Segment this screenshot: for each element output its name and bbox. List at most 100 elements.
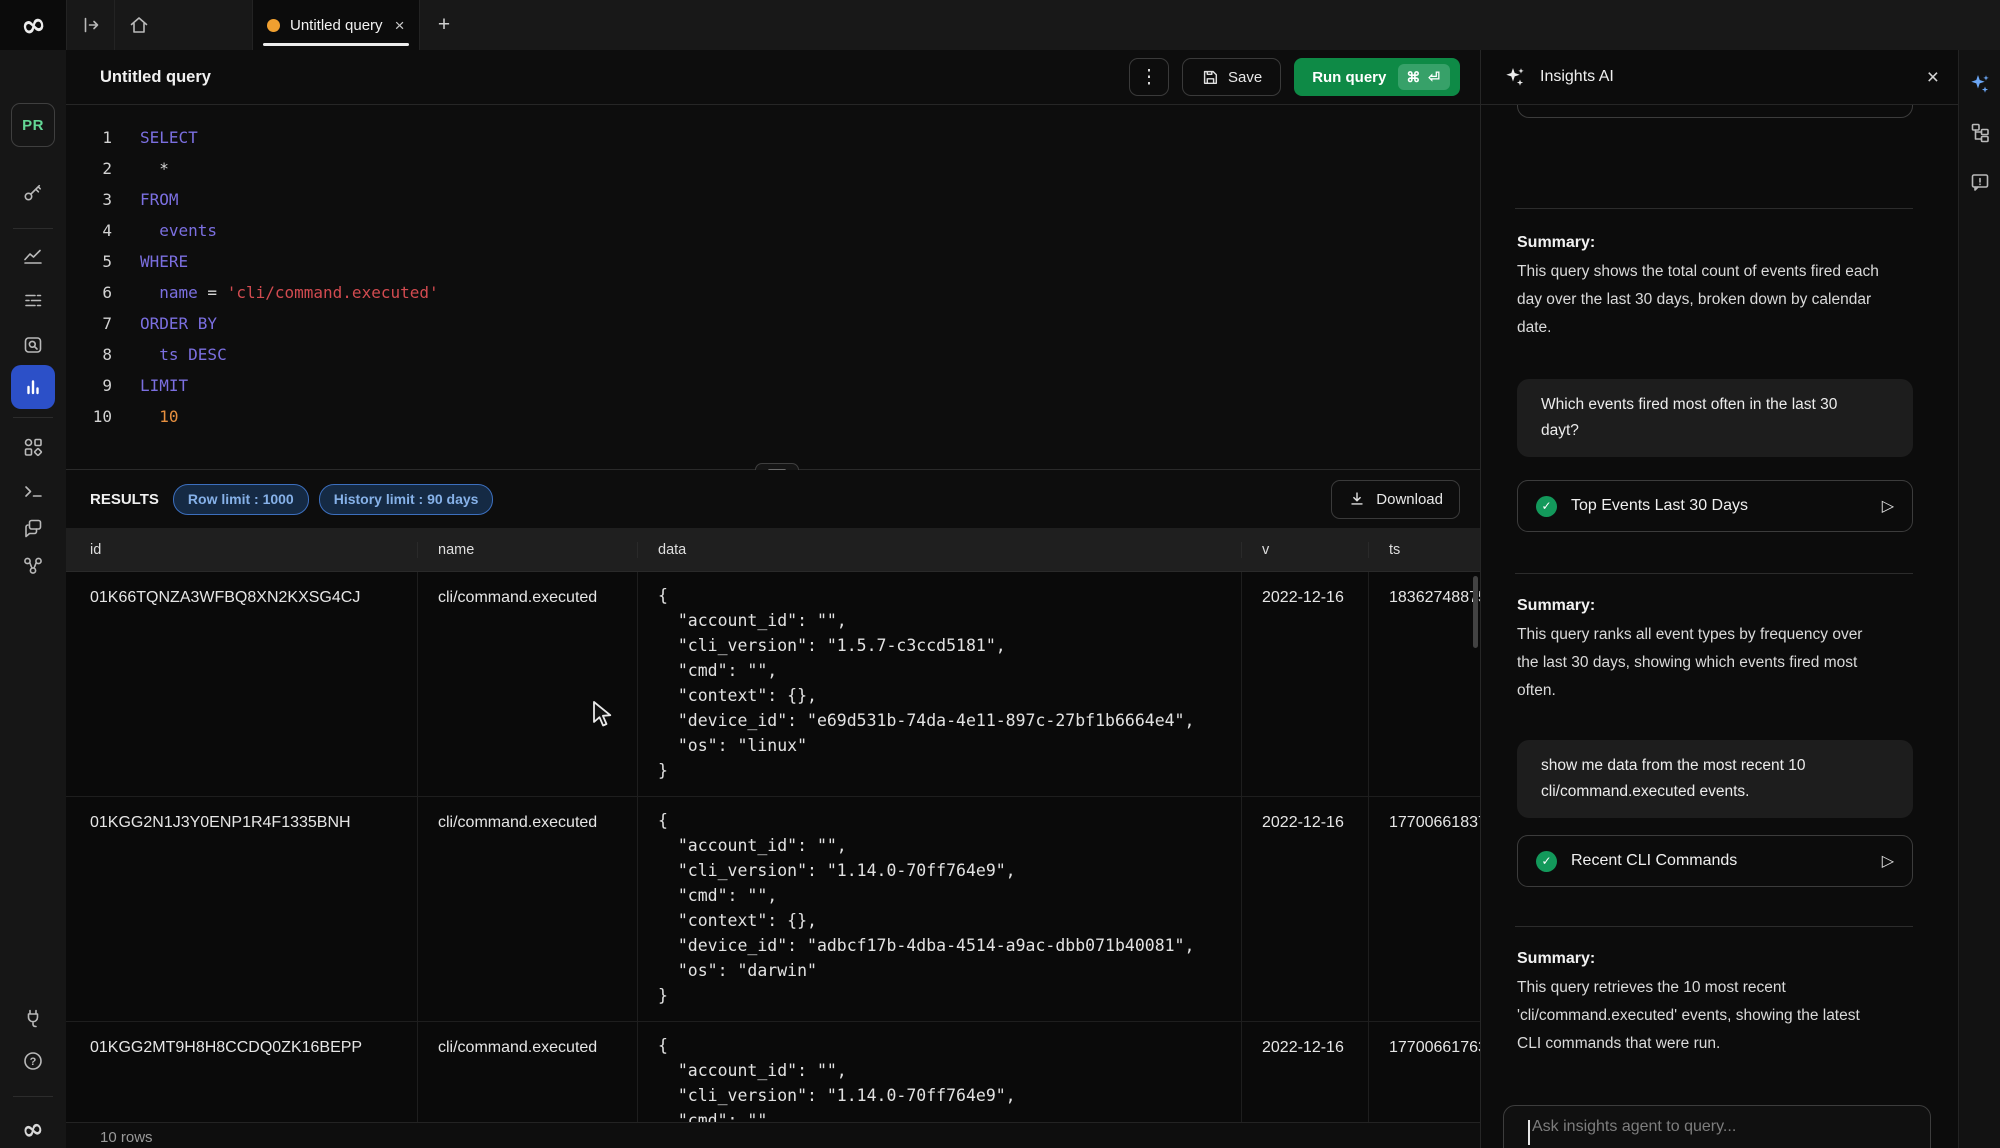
new-tab-button[interactable]: + bbox=[421, 0, 467, 50]
run-play-icon[interactable]: ▷ bbox=[1882, 496, 1894, 516]
cell-name: cli/command.executed bbox=[417, 797, 637, 1021]
table-row[interactable]: 01KGG2MT9H8H8CCDQ0ZK16BEPP cli/command.e… bbox=[66, 1022, 1480, 1122]
summary-text: This query ranks all event types by freq… bbox=[1517, 621, 1917, 705]
code-line: 5WHERE bbox=[66, 246, 1480, 277]
save-button[interactable]: Save bbox=[1182, 58, 1281, 96]
sidebar-item-apps[interactable] bbox=[0, 425, 66, 469]
mouse-cursor bbox=[592, 700, 618, 730]
check-circle-icon: ✓ bbox=[1536, 851, 1557, 872]
cell-id: 01K66TQNZA3WFBQ8XN2KXSG4CJ bbox=[66, 572, 417, 796]
user-question-bubble: Which events fired most often in the las… bbox=[1517, 379, 1913, 457]
insights-header: Insights AI × bbox=[1481, 50, 1959, 105]
table-scrollbar[interactable] bbox=[1473, 576, 1478, 648]
sidebar-item-webhooks[interactable] bbox=[0, 543, 66, 587]
insights-title: Insights AI bbox=[1540, 68, 1614, 86]
svg-text:?: ? bbox=[30, 1056, 37, 1068]
history-limit-badge[interactable]: History limit : 90 days bbox=[319, 484, 494, 515]
infinity-logo-icon: ∞ bbox=[17, 5, 50, 45]
sidebar-item-integrations[interactable] bbox=[0, 996, 66, 1040]
plug-icon bbox=[22, 1007, 44, 1029]
search-box-icon bbox=[22, 334, 44, 356]
app-logo: ∞ bbox=[0, 0, 66, 50]
sidebar-item-keys[interactable] bbox=[0, 170, 66, 214]
cell-data: { "account_id": "", "cli_version": "1.14… bbox=[637, 1022, 1241, 1122]
summary-label: Summary: bbox=[1517, 950, 1595, 968]
code-line: 1SELECT bbox=[66, 122, 1480, 153]
results-toolbar: RESULTS Row limit : 1000 History limit :… bbox=[66, 470, 1480, 528]
run-play-icon[interactable]: ▷ bbox=[1882, 851, 1894, 871]
sidebar-item-explore[interactable] bbox=[0, 323, 66, 367]
cell-ts: 1770066176305 bbox=[1368, 1022, 1480, 1122]
run-query-button[interactable]: Run query ⌘ ⏎ bbox=[1294, 58, 1460, 96]
column-header-id[interactable]: id bbox=[66, 542, 417, 558]
sparkles-icon bbox=[1968, 72, 1992, 96]
cell-name: cli/command.executed bbox=[417, 572, 637, 796]
insights-panel: Insights AI × Summary: This query shows … bbox=[1480, 50, 1958, 1148]
code-line: 8 ts DESC bbox=[66, 339, 1480, 370]
download-button[interactable]: Download bbox=[1331, 480, 1460, 519]
apps-grid-icon bbox=[22, 436, 44, 458]
tab-label: Untitled query bbox=[290, 17, 383, 34]
cell-data: { "account_id": "", "cli_version": "1.14… bbox=[637, 797, 1241, 1021]
summary-label: Summary: bbox=[1517, 234, 1595, 252]
key-icon bbox=[22, 181, 44, 203]
row-count: 10 rows bbox=[100, 1129, 153, 1146]
workspace-badge[interactable]: PR bbox=[11, 103, 55, 147]
cell-v: 2022-12-16 bbox=[1241, 1022, 1368, 1122]
results-label: RESULTS bbox=[90, 491, 159, 508]
check-circle-icon: ✓ bbox=[1536, 496, 1557, 517]
unsaved-dot-icon bbox=[267, 19, 280, 32]
cell-ts: 1770066183747 bbox=[1368, 797, 1480, 1021]
summary-text: This query retrieves the 10 most recent … bbox=[1517, 974, 1917, 1058]
insights-close-icon[interactable]: × bbox=[1927, 67, 1939, 88]
sidebar-item-metrics[interactable] bbox=[0, 233, 66, 277]
section-divider bbox=[1515, 208, 1913, 209]
ask-agent-input[interactable] bbox=[1530, 1116, 1904, 1148]
ask-agent-input-box[interactable]: ↑ bbox=[1503, 1105, 1931, 1148]
app-window: ∞ Untitled query × + PR bbox=[0, 0, 2000, 1148]
tab-insights-ai[interactable] bbox=[1959, 64, 2000, 104]
tab-schema-tree[interactable] bbox=[1959, 112, 2000, 152]
column-header-data[interactable]: data bbox=[637, 542, 1241, 558]
tab-close-icon[interactable]: × bbox=[395, 17, 405, 34]
section-divider bbox=[1515, 926, 1913, 927]
sidebar-expand-button[interactable] bbox=[66, 0, 115, 50]
table-row[interactable]: 01K66TQNZA3WFBQ8XN2KXSG4CJ cli/command.e… bbox=[66, 572, 1480, 797]
messages-icon bbox=[22, 517, 44, 539]
column-header-name[interactable]: name bbox=[417, 542, 637, 558]
sidebar-item-events-list[interactable] bbox=[0, 278, 66, 322]
sidebar-divider bbox=[13, 1096, 53, 1097]
code-line: 3FROM bbox=[66, 184, 1480, 215]
summary-text: This query shows the total count of even… bbox=[1517, 258, 1917, 342]
cell-v: 2022-12-16 bbox=[1241, 572, 1368, 796]
sidebar-divider bbox=[13, 228, 53, 229]
sparkles-icon bbox=[1503, 65, 1527, 89]
column-header-v[interactable]: v bbox=[1241, 542, 1368, 558]
more-options-button[interactable]: ⋮ bbox=[1129, 58, 1169, 96]
download-icon bbox=[1348, 490, 1366, 508]
page-title: Untitled query bbox=[100, 68, 211, 87]
tab-untitled-query[interactable]: Untitled query × bbox=[252, 0, 420, 50]
table-header-row: id name data v ts bbox=[66, 528, 1480, 572]
code-line: 4 events bbox=[66, 215, 1480, 246]
sidebar-item-insights-active[interactable] bbox=[11, 365, 55, 409]
home-button[interactable] bbox=[114, 0, 163, 50]
tree-icon bbox=[1969, 121, 1991, 143]
column-header-ts[interactable]: ts bbox=[1368, 542, 1480, 558]
row-limit-badge[interactable]: Row limit : 1000 bbox=[173, 484, 309, 515]
saved-query-card-recent-cli[interactable]: ✓ Recent CLI Commands ▷ bbox=[1517, 835, 1913, 887]
code-line: 7ORDER BY bbox=[66, 308, 1480, 339]
feedback-icon bbox=[1969, 171, 1991, 193]
help-button[interactable]: ? bbox=[0, 1039, 66, 1083]
saved-query-card-top-events[interactable]: ✓ Top Events Last 30 Days ▷ bbox=[1517, 480, 1913, 532]
code-line: 10 10 bbox=[66, 401, 1480, 432]
tab-feedback[interactable] bbox=[1959, 162, 2000, 202]
sidebar-divider bbox=[13, 417, 53, 418]
table-row[interactable]: 01KGG2N1J3Y0ENP1R4F1335BNH cli/command.e… bbox=[66, 797, 1480, 1022]
left-sidebar: PR bbox=[0, 50, 67, 1148]
section-divider bbox=[1515, 573, 1913, 574]
sql-editor[interactable]: 1SELECT 2 * 3FROM 4 events 5WHERE 6 name… bbox=[66, 105, 1480, 469]
status-bar: 10 rows bbox=[66, 1122, 1480, 1148]
terminal-icon bbox=[22, 480, 44, 502]
right-sidebar bbox=[1958, 50, 2000, 1148]
